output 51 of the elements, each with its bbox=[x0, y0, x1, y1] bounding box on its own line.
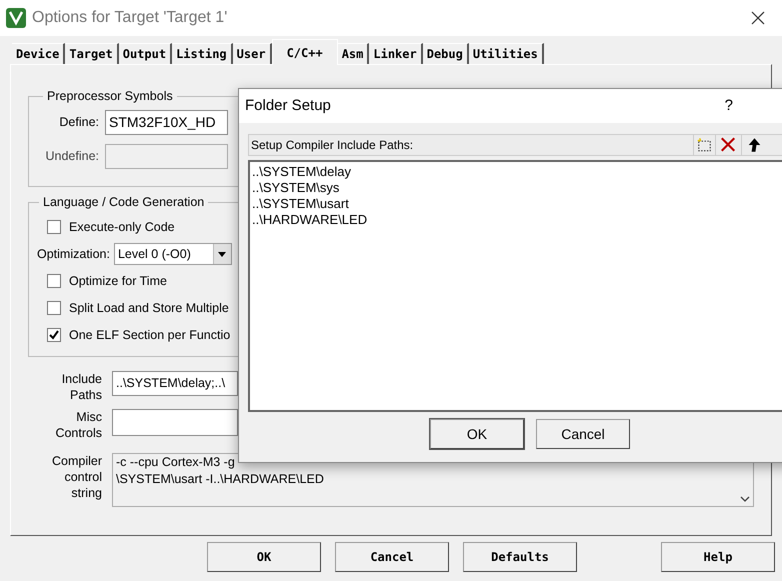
dialog-button[interactable]: OK bbox=[430, 419, 524, 449]
tab[interactable]: Asm bbox=[338, 43, 370, 64]
tab[interactable]: Debug bbox=[422, 43, 469, 64]
tab[interactable]: C/C++ bbox=[272, 39, 338, 65]
misc-controls-field[interactable] bbox=[112, 409, 238, 436]
define-field[interactable]: STM32F10X_HD bbox=[105, 110, 228, 136]
field-label: Optimization: bbox=[37, 246, 110, 263]
window-title: Options for Target 'Target 1' bbox=[32, 8, 228, 28]
dialog-button[interactable]: Help bbox=[661, 542, 775, 572]
dialog-button[interactable]: OK bbox=[207, 542, 321, 572]
path-item[interactable]: ..\SYSTEM\delay bbox=[252, 164, 351, 180]
path-item[interactable]: ..\HARDWARE\LED bbox=[252, 212, 368, 228]
group-title: Preprocessor Symbols bbox=[46, 88, 174, 105]
checkbox[interactable] bbox=[47, 274, 61, 288]
misc-controls-label: Misc Controls bbox=[54, 409, 103, 442]
group-title: Language / Code Generation bbox=[42, 194, 206, 211]
field-label: Define: bbox=[58, 114, 100, 132]
dialog-button[interactable]: Cancel bbox=[536, 419, 630, 449]
checkbox[interactable] bbox=[47, 328, 61, 342]
include-paths-field[interactable]: ..\SYSTEM\delay;..\ bbox=[112, 371, 238, 396]
compiler-string-label: Compiler control string bbox=[50, 453, 103, 502]
checkbox-label: Optimize for Time bbox=[69, 272, 167, 290]
tab[interactable]: Device bbox=[12, 43, 66, 64]
tab[interactable]: Linker bbox=[369, 43, 423, 64]
path-item[interactable]: ..\SYSTEM\usart bbox=[252, 196, 349, 212]
checkbox[interactable] bbox=[47, 220, 61, 234]
dropdown-arrow-icon bbox=[218, 252, 226, 257]
list-header: Setup Compiler Include Paths: bbox=[250, 137, 414, 154]
field-label: Undefine: bbox=[44, 148, 100, 166]
compiler-string-line: \SYSTEM\usart -I..\HARDWARE\LED bbox=[116, 471, 324, 488]
tab[interactable]: User bbox=[232, 43, 272, 64]
close-icon[interactable] bbox=[750, 10, 766, 26]
scroll-down-icon[interactable] bbox=[740, 496, 750, 502]
optimization-dropdown[interactable]: Level 0 (-O0) bbox=[114, 243, 232, 266]
dialog-button[interactable]: Defaults bbox=[463, 542, 577, 572]
checkbox-label: One ELF Section per Functio bbox=[69, 326, 230, 344]
checkbox[interactable] bbox=[47, 301, 61, 316]
dialog-button[interactable]: Cancel bbox=[335, 542, 449, 572]
dialog-title: Folder Setup bbox=[245, 96, 332, 116]
tab[interactable]: Output bbox=[118, 43, 172, 64]
app-icon bbox=[6, 8, 26, 28]
tab[interactable]: Target bbox=[65, 43, 119, 64]
checkmark-icon bbox=[49, 330, 59, 340]
tab[interactable]: Listing bbox=[172, 43, 233, 64]
help-button[interactable]: ? bbox=[724, 94, 733, 118]
compiler-string-line: -c --cpu Cortex-M3 -g bbox=[116, 454, 235, 471]
include-paths-label: Include Paths bbox=[60, 371, 103, 404]
checkbox-label: Split Load and Store Multiple bbox=[69, 300, 229, 317]
tab[interactable]: Utilities bbox=[468, 43, 544, 64]
checkbox-label: Execute-only Code bbox=[69, 218, 175, 236]
path-item[interactable]: ..\SYSTEM\sys bbox=[252, 180, 340, 196]
